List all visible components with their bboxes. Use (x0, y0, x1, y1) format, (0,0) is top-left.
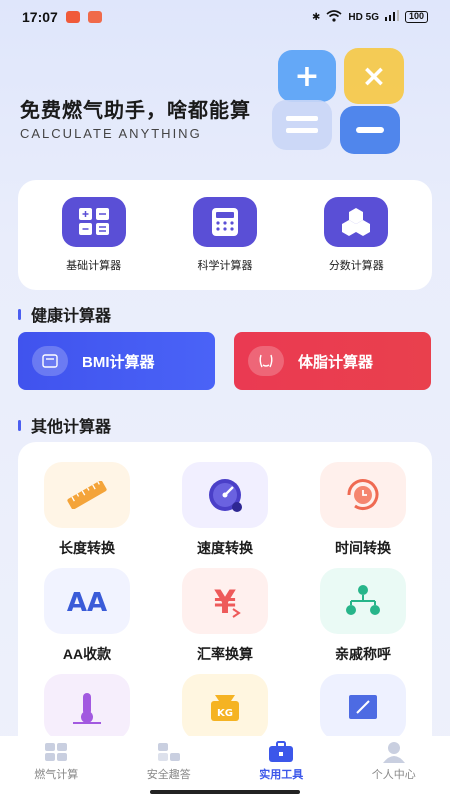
quiz-icon (156, 741, 182, 763)
relatives-title-button[interactable]: 亲戚称呼 (303, 568, 423, 664)
tab-label: 安全趣答 (146, 768, 191, 781)
signal-icon (384, 10, 399, 24)
length-conversion-label: 长度转换 (59, 540, 115, 556)
temperature-icon (44, 674, 130, 740)
clock-icon (320, 462, 406, 528)
yen-exchange-icon: ¥ (182, 568, 268, 634)
svg-text:¥: ¥ (214, 583, 236, 619)
fraction-calculator-button[interactable]: 分数计算器 (301, 197, 411, 273)
calculator-symbols-illustration: + × (270, 40, 430, 160)
body-icon (248, 346, 284, 376)
notification-app-icon-2 (87, 11, 102, 23)
fraction-calculator-label: 分数计算器 (328, 260, 384, 272)
time-conversion-label: 时间转换 (335, 540, 391, 556)
bmi-calculator-button[interactable]: BMI计算器 (18, 332, 215, 390)
network-label: HD 5G (348, 11, 379, 23)
exchange-rate-label: 汇率换算 (197, 646, 253, 662)
calculator-grid-icon (43, 741, 69, 763)
status-bar: 17:07 ✱ HD 5G 100 (0, 0, 450, 34)
wifi-icon (326, 9, 342, 25)
aa-icon: AA (44, 568, 130, 634)
basic-calculator-button[interactable]: 基础计算器 (39, 197, 149, 273)
health-section-title: 健康计算器 (18, 302, 111, 326)
area-icon (320, 674, 406, 740)
weight-icon: KG (182, 674, 268, 740)
tab-safety-quiz[interactable]: 安全趣答 (114, 741, 224, 782)
hero-title: 免费燃气助手，啥都能算 (20, 100, 251, 122)
area-conversion-button[interactable] (303, 674, 423, 740)
section-marker (18, 308, 21, 320)
scale-icon (32, 346, 68, 376)
basic-calculator-label: 基础计算器 (66, 260, 122, 272)
tab-label: 实用工具 (259, 768, 304, 781)
health-section-label: 健康计算器 (31, 308, 112, 325)
section-marker (18, 419, 21, 431)
tab-practical-tools[interactable]: 实用工具 (226, 740, 336, 782)
user-icon (381, 741, 407, 763)
scientific-calculator-icon (192, 197, 257, 247)
bodyfat-calculator-button[interactable]: 体脂计算器 (234, 332, 431, 390)
scientific-calculator-button[interactable]: 科学计算器 (170, 197, 280, 273)
ruler-icon (44, 462, 130, 528)
bodyfat-calculator-label: 体脂计算器 (298, 353, 374, 371)
svg-text:KG: KG (217, 708, 233, 719)
notification-app-icon (65, 11, 80, 23)
tab-label: 燃气计算 (34, 768, 79, 781)
weight-conversion-button[interactable]: KG (165, 674, 285, 740)
speed-conversion-label: 速度转换 (197, 540, 253, 556)
fraction-calculator-icon (324, 197, 389, 247)
other-section-title: 其他计算器 (18, 413, 111, 437)
bmi-calculator-label: BMI计算器 (82, 353, 155, 371)
toolbox-icon (268, 740, 294, 763)
speed-conversion-button[interactable]: 速度转换 (165, 462, 285, 558)
hero-subtitle: CALCULATE ANYTHING (20, 126, 202, 141)
tab-personal-center[interactable]: 个人中心 (339, 741, 449, 782)
scientific-calculator-label: 科学计算器 (197, 260, 253, 272)
speedometer-icon (182, 462, 268, 528)
tab-gas-calculation[interactable]: 燃气计算 (1, 741, 111, 782)
aa-payment-button[interactable]: AA AA收款 (27, 568, 147, 664)
svg-text:×: × (361, 59, 386, 94)
time-conversion-button[interactable]: 时间转换 (303, 462, 423, 558)
svg-text:+: + (294, 59, 319, 94)
basic-calculator-icon (61, 197, 126, 247)
length-conversion-button[interactable]: 长度转换 (27, 462, 147, 558)
aa-payment-label: AA收款 (62, 646, 112, 662)
exchange-rate-button[interactable]: ¥ 汇率换算 (165, 568, 285, 664)
status-time: 17:07 (22, 9, 58, 25)
home-indicator[interactable] (150, 790, 300, 794)
tab-label: 个人中心 (371, 768, 416, 781)
temperature-conversion-button[interactable] (27, 674, 147, 740)
svg-text:AA: AA (67, 588, 107, 615)
bluetooth-icon: ✱ (312, 11, 321, 23)
bottom-tab-bar: 燃气计算 安全趣答 实用工具 个人中心 (0, 736, 450, 786)
battery-icon: 100 (404, 11, 428, 23)
relatives-title-label: 亲戚称呼 (335, 646, 391, 662)
family-tree-icon (320, 568, 406, 634)
status-indicators: ✱ HD 5G 100 (312, 9, 428, 25)
other-tools-card: 长度转换 速度转换 时间转换 AA AA收款 ¥ 汇率换算 亲戚称呼 KG (18, 442, 432, 742)
basic-calculators-card: 基础计算器 科学计算器 分数计算器 (18, 180, 432, 290)
other-section-label: 其他计算器 (31, 419, 112, 436)
